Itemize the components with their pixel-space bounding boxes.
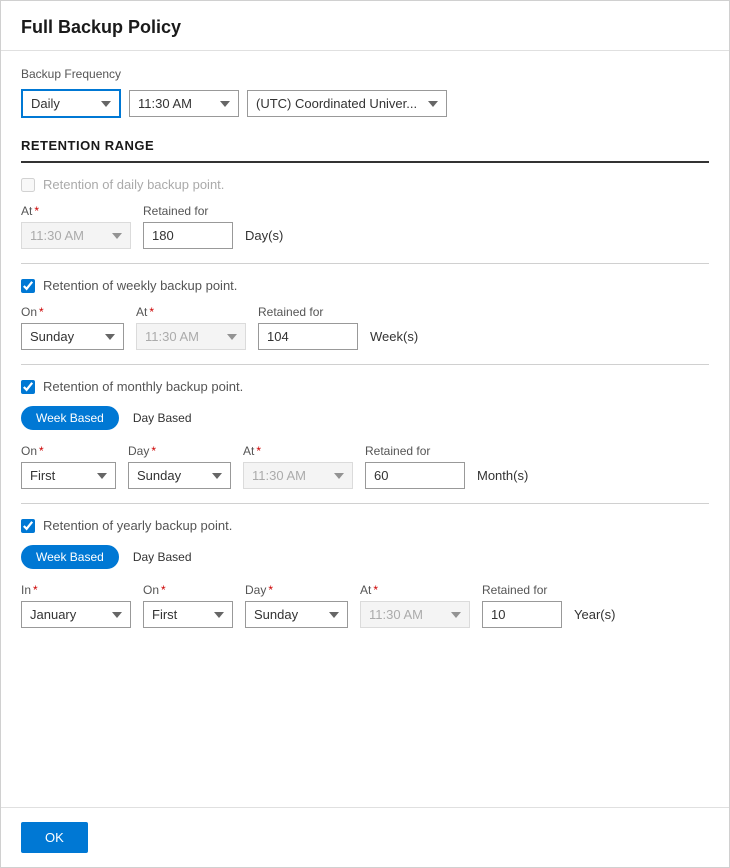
yearly-on-label: On * — [143, 583, 233, 597]
daily-at-label: At * — [21, 204, 131, 218]
weekly-on-required: * — [39, 305, 44, 319]
yearly-retained-group: Retained for — [482, 583, 562, 628]
yearly-at-group: At * 11:30 AM — [360, 583, 470, 628]
daily-checkbox-label: Retention of daily backup point. — [43, 177, 224, 192]
yearly-retention-block: Retention of yearly backup point. Week B… — [21, 504, 709, 642]
yearly-checkbox-label: Retention of yearly backup point. — [43, 518, 232, 533]
monthly-on-required: * — [39, 444, 44, 458]
monthly-day-group: Day * Sunday Monday Tuesday Wednesday Th… — [128, 444, 231, 489]
monthly-at-required: * — [256, 444, 261, 458]
footer-bar: OK — [1, 807, 729, 867]
monthly-day-select[interactable]: Sunday Monday Tuesday Wednesday Thursday… — [128, 462, 231, 489]
weekly-on-label: On * — [21, 305, 124, 319]
weekly-at-group: At * 11:30 AM — [136, 305, 246, 350]
monthly-day-based-btn[interactable]: Day Based — [119, 407, 206, 429]
monthly-day-label: Day * — [128, 444, 231, 458]
yearly-checkbox-row: Retention of yearly backup point. — [21, 518, 709, 533]
weekly-on-group: On * Sunday Monday Tuesday Wednesday Thu… — [21, 305, 124, 350]
yearly-fields-row: In * January February March April May Ju… — [21, 583, 709, 628]
yearly-in-select[interactable]: January February March April May June Ju… — [21, 601, 131, 628]
weekly-retained-label: Retained for — [258, 305, 358, 319]
yearly-day-group: Day * Sunday Monday Tuesday Wednesday Th… — [245, 583, 348, 628]
weekly-unit: Week(s) — [370, 329, 418, 350]
page-container: Full Backup Policy Backup Frequency Dail… — [0, 0, 730, 868]
yearly-day-select[interactable]: Sunday Monday Tuesday Wednesday Thursday… — [245, 601, 348, 628]
monthly-week-based-btn[interactable]: Week Based — [21, 406, 119, 430]
weekly-at-label: At * — [136, 305, 246, 319]
monthly-on-select[interactable]: First Second Third Fourth Last — [21, 462, 116, 489]
daily-at-group: At * 11:30 AM — [21, 204, 131, 249]
page-title: Full Backup Policy — [1, 1, 729, 51]
backup-frequency-label: Backup Frequency — [21, 67, 709, 81]
monthly-toggle-group: Week Based Day Based — [21, 406, 709, 430]
monthly-day-required: * — [151, 444, 156, 458]
weekly-fields-row: On * Sunday Monday Tuesday Wednesday Thu… — [21, 305, 709, 350]
monthly-at-label: At * — [243, 444, 353, 458]
daily-unit: Day(s) — [245, 228, 283, 249]
weekly-on-select[interactable]: Sunday Monday Tuesday Wednesday Thursday… — [21, 323, 124, 350]
monthly-retained-label: Retained for — [365, 444, 465, 458]
daily-at-required: * — [34, 204, 39, 218]
monthly-checkbox-row: Retention of monthly backup point. — [21, 379, 709, 394]
yearly-retained-input[interactable] — [482, 601, 562, 628]
daily-retained-input[interactable] — [143, 222, 233, 249]
weekly-checkbox-row: Retention of weekly backup point. — [21, 278, 709, 293]
yearly-at-select[interactable]: 11:30 AM — [360, 601, 470, 628]
monthly-fields-row: On * First Second Third Fourth Last Day … — [21, 444, 709, 489]
yearly-at-required: * — [373, 583, 378, 597]
daily-fields-row: At * 11:30 AM Retained for Day(s) — [21, 204, 709, 249]
yearly-unit: Year(s) — [574, 607, 615, 628]
yearly-week-based-btn[interactable]: Week Based — [21, 545, 119, 569]
yearly-on-select[interactable]: First Second Third Fourth Last — [143, 601, 233, 628]
frequency-time-select[interactable]: 11:30 AM 12:00 AM — [129, 90, 239, 117]
yearly-retained-label: Retained for — [482, 583, 562, 597]
yearly-day-based-btn[interactable]: Day Based — [119, 546, 206, 568]
monthly-checkbox-label: Retention of monthly backup point. — [43, 379, 243, 394]
weekly-checkbox[interactable] — [21, 279, 35, 293]
monthly-checkbox[interactable] — [21, 380, 35, 394]
monthly-on-label: On * — [21, 444, 116, 458]
content-area: Backup Frequency Daily Weekly Monthly 11… — [1, 51, 729, 807]
yearly-on-required: * — [161, 583, 166, 597]
yearly-in-required: * — [33, 583, 38, 597]
monthly-retained-input[interactable] — [365, 462, 465, 489]
yearly-toggle-group: Week Based Day Based — [21, 545, 709, 569]
yearly-in-label: In * — [21, 583, 131, 597]
yearly-day-label: Day * — [245, 583, 348, 597]
weekly-at-select[interactable]: 11:30 AM — [136, 323, 246, 350]
weekly-retention-block: Retention of weekly backup point. On * S… — [21, 264, 709, 365]
weekly-at-required: * — [149, 305, 154, 319]
daily-checkbox-row: Retention of daily backup point. — [21, 177, 709, 192]
frequency-row: Daily Weekly Monthly 11:30 AM 12:00 AM (… — [21, 89, 709, 118]
weekly-checkbox-label: Retention of weekly backup point. — [43, 278, 237, 293]
yearly-in-group: In * January February March April May Ju… — [21, 583, 131, 628]
daily-retained-label: Retained for — [143, 204, 233, 218]
frequency-select[interactable]: Daily Weekly Monthly — [21, 89, 121, 118]
weekly-retained-input[interactable] — [258, 323, 358, 350]
ok-button[interactable]: OK — [21, 822, 88, 853]
frequency-timezone-select[interactable]: (UTC) Coordinated Univer... — [247, 90, 447, 117]
monthly-at-group: At * 11:30 AM — [243, 444, 353, 489]
daily-retained-group: Retained for — [143, 204, 233, 249]
weekly-retained-group: Retained for — [258, 305, 358, 350]
monthly-on-group: On * First Second Third Fourth Last — [21, 444, 116, 489]
yearly-on-group: On * First Second Third Fourth Last — [143, 583, 233, 628]
yearly-at-label: At * — [360, 583, 470, 597]
daily-at-select[interactable]: 11:30 AM — [21, 222, 131, 249]
yearly-checkbox[interactable] — [21, 519, 35, 533]
monthly-retained-group: Retained for — [365, 444, 465, 489]
retention-range-header: RETENTION RANGE — [21, 138, 709, 163]
monthly-unit: Month(s) — [477, 468, 528, 489]
daily-checkbox[interactable] — [21, 178, 35, 192]
yearly-day-required: * — [268, 583, 273, 597]
monthly-retention-block: Retention of monthly backup point. Week … — [21, 365, 709, 504]
monthly-at-select[interactable]: 11:30 AM — [243, 462, 353, 489]
daily-retention-block: Retention of daily backup point. At * 11… — [21, 163, 709, 264]
